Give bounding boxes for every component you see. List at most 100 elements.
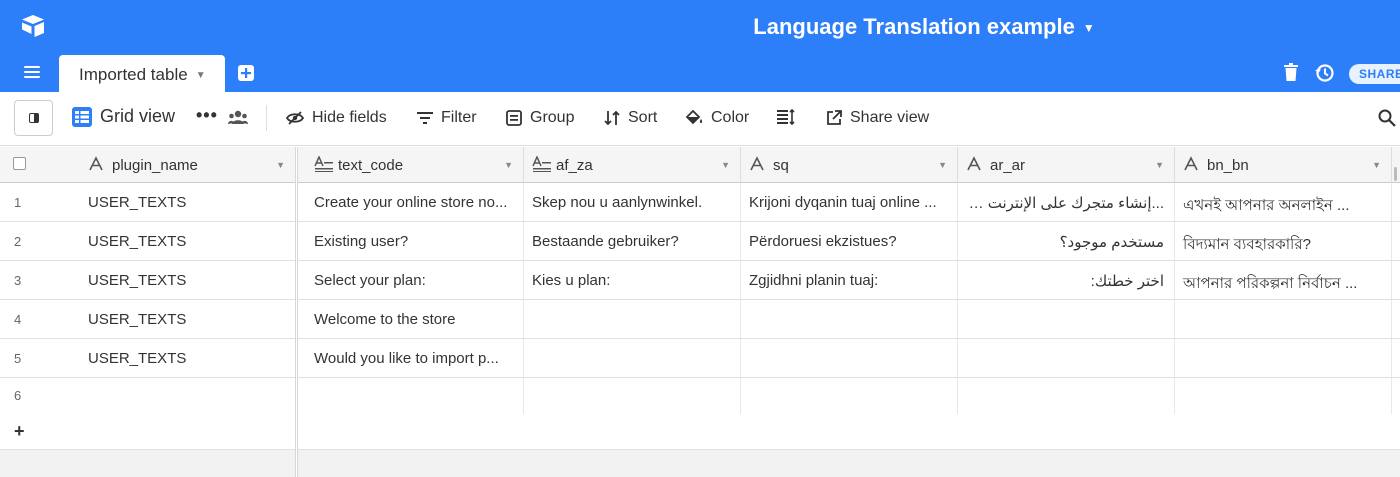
cell-bn-bn[interactable] — [1175, 300, 1392, 338]
cell-af-za[interactable] — [524, 300, 741, 338]
select-all-checkbox[interactable] — [13, 157, 26, 170]
table-row[interactable]: 3 USER_TEXTS Select your plan: Kies u pl… — [0, 261, 1400, 300]
cell-ar-ar[interactable] — [958, 339, 1175, 377]
row-number: 1 — [14, 195, 22, 210]
column-name: ar_ar — [990, 157, 1026, 174]
column-header-plugin-name[interactable]: plugin_name ▼ — [80, 147, 295, 183]
column-header-af-za[interactable]: af_za ▼ — [524, 147, 741, 183]
cell-plugin-name[interactable]: USER_TEXTS — [80, 339, 295, 377]
add-record-button[interactable]: + — [14, 421, 25, 442]
share-button[interactable]: SHARE — [1349, 64, 1400, 84]
tab-label: Imported table — [79, 65, 188, 84]
cell-ar-ar[interactable]: ...إنشاء متجرك على الإنترنت الآن — [958, 183, 1175, 221]
text-field-icon — [967, 156, 981, 171]
history-icon[interactable] — [1315, 63, 1335, 83]
column-name: plugin_name — [112, 157, 198, 174]
column-header-bn-bn[interactable]: bn_bn ▼ — [1175, 147, 1392, 183]
row-height-button[interactable] — [777, 109, 803, 125]
trash-icon[interactable] — [1284, 63, 1298, 81]
add-table-icon[interactable] — [237, 64, 255, 82]
cell-sq[interactable]: Përdoruesi ekzistues? — [741, 222, 958, 260]
cell-text-code[interactable]: Welcome to the store — [306, 300, 524, 338]
toolbar-divider — [266, 105, 267, 131]
collaborators-icon[interactable] — [228, 110, 248, 126]
text-field-icon — [750, 156, 764, 171]
cell-ar-ar[interactable] — [958, 376, 1175, 414]
chevron-down-icon[interactable]: ▼ — [196, 70, 206, 81]
cell-af-za[interactable]: Bestaande gebruiker? — [524, 222, 741, 260]
sort-label: Sort — [628, 109, 658, 126]
column-resize-handle-icon[interactable] — [1392, 167, 1400, 181]
filter-button[interactable]: Filter — [417, 109, 477, 127]
column-header-text-code[interactable]: text_code ▼ — [306, 147, 524, 183]
search-icon[interactable] — [1378, 109, 1396, 127]
cell-sq[interactable]: Krijoni dyqanin tuaj online ... — [741, 183, 958, 221]
view-name[interactable]: Grid view — [100, 106, 175, 127]
table-row[interactable]: 1 USER_TEXTS Create your online store no… — [0, 183, 1400, 222]
cell-bn-bn[interactable]: এখনই আপনার অনলাইন ... — [1175, 183, 1392, 221]
chevron-down-icon[interactable]: ▼ — [1083, 21, 1095, 35]
chevron-down-icon[interactable]: ▼ — [721, 160, 730, 170]
cell-ar-ar[interactable]: مستخدم موجود؟ — [958, 222, 1175, 260]
cell-af-za[interactable]: Skep nou u aanlynwinkel. — [524, 183, 741, 221]
cell-af-za[interactable]: Kies u plan: — [524, 261, 741, 299]
records-grid: plugin_name ▼ text_code ▼ af_za ▼ sq ▼ a… — [0, 147, 1400, 477]
cell-af-za[interactable] — [524, 339, 741, 377]
table-row[interactable]: 5 USER_TEXTS Would you like to import p.… — [0, 339, 1400, 378]
cell-bn-bn[interactable]: বিদ্যমান ব্যবহারকারি? — [1175, 222, 1392, 260]
cell-plugin-name[interactable]: USER_TEXTS — [80, 222, 295, 260]
color-button[interactable]: Color — [685, 109, 749, 127]
hide-fields-label: Hide fields — [312, 109, 387, 126]
cell-af-za[interactable] — [524, 376, 741, 414]
cell-plugin-name[interactable] — [80, 376, 295, 414]
cell-ar-ar[interactable]: اختر خطتك: — [958, 261, 1175, 299]
sidebar-toggle-button[interactable] — [14, 100, 53, 136]
chevron-down-icon[interactable]: ▼ — [276, 160, 285, 170]
cell-sq[interactable] — [741, 300, 958, 338]
cell-plugin-name[interactable]: USER_TEXTS — [80, 183, 295, 221]
grid-view-icon — [72, 106, 92, 127]
table-row[interactable]: 2 USER_TEXTS Existing user? Bestaande ge… — [0, 222, 1400, 261]
cell-bn-bn[interactable]: আপনার পরিকল্পনা নির্বাচন ... — [1175, 261, 1392, 299]
cell-sq[interactable] — [741, 376, 958, 414]
cell-text-code[interactable]: Select your plan: — [306, 261, 524, 299]
tab-imported-table[interactable]: Imported table ▼ — [59, 55, 225, 92]
base-title[interactable]: Language Translation example ▼ — [0, 14, 1400, 40]
share-view-button[interactable]: Share view — [826, 109, 929, 127]
cell-bn-bn[interactable] — [1175, 339, 1392, 377]
filter-label: Filter — [441, 109, 477, 126]
add-row-bar[interactable]: + — [0, 414, 1400, 450]
cell-ar-ar[interactable] — [958, 300, 1175, 338]
column-name: af_za — [556, 157, 593, 174]
hide-fields-button[interactable]: Hide fields — [286, 109, 387, 127]
view-more-icon[interactable]: ••• — [196, 105, 218, 126]
frozen-column-divider[interactable] — [295, 147, 298, 477]
column-header-sq[interactable]: sq ▼ — [741, 147, 958, 183]
chevron-down-icon[interactable]: ▼ — [1372, 160, 1381, 170]
chevron-down-icon[interactable]: ▼ — [504, 160, 513, 170]
sort-button[interactable]: Sort — [604, 109, 657, 127]
column-header-ar-ar[interactable]: ar_ar ▼ — [958, 147, 1175, 183]
cell-plugin-name[interactable]: USER_TEXTS — [80, 261, 295, 299]
table-row[interactable]: 4 USER_TEXTS Welcome to the store — [0, 300, 1400, 339]
cell-sq[interactable] — [741, 339, 958, 377]
chevron-down-icon[interactable]: ▼ — [1155, 160, 1164, 170]
cell-plugin-name[interactable]: USER_TEXTS — [80, 300, 295, 338]
cell-text-code[interactable]: Create your online store no... — [306, 183, 524, 221]
view-switcher[interactable]: Grid view — [72, 106, 175, 127]
cell-text-code[interactable]: Existing user? — [306, 222, 524, 260]
chevron-down-icon[interactable]: ▼ — [938, 160, 947, 170]
grid-footer — [0, 450, 1400, 477]
cell-text-code[interactable]: Would you like to import p... — [306, 339, 524, 377]
group-button[interactable]: Group — [506, 109, 574, 127]
table-row[interactable]: 6 — [0, 376, 1400, 415]
cell-text-code[interactable] — [306, 376, 524, 414]
cell-bn-bn[interactable] — [1175, 376, 1392, 414]
row-number: 4 — [14, 312, 22, 327]
long-text-field-icon — [314, 156, 333, 172]
menu-icon[interactable] — [24, 66, 40, 78]
cell-sq[interactable]: Zgjidhni planin tuaj: — [741, 261, 958, 299]
base-title-text[interactable]: Language Translation example — [753, 14, 1075, 39]
share-view-label: Share view — [850, 109, 930, 126]
external-link-icon — [827, 110, 842, 125]
